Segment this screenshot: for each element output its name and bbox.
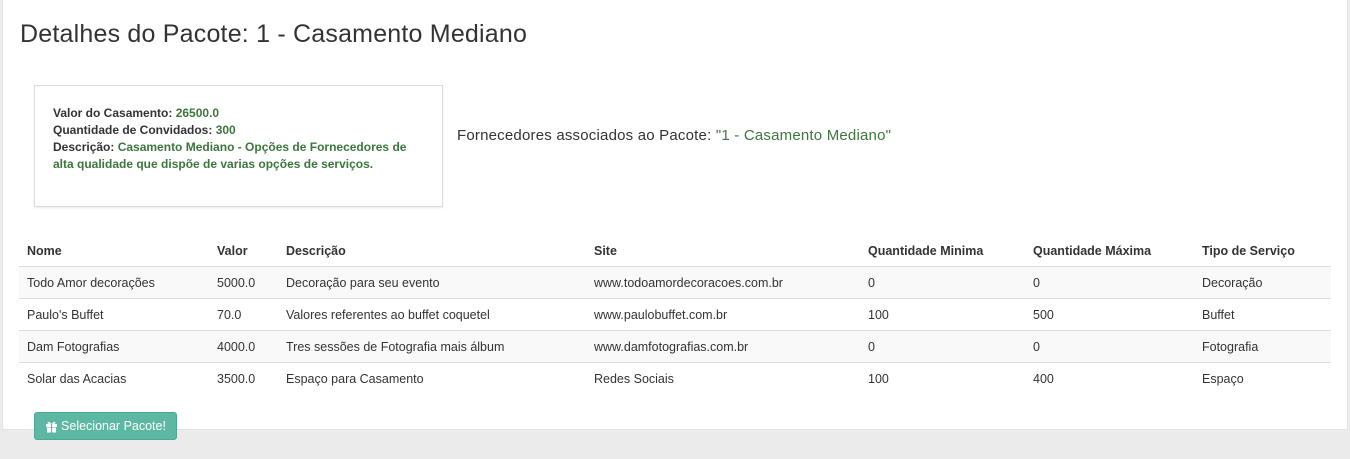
cell-quantidade-minima: 100 bbox=[860, 362, 1025, 394]
cell-tipo-servico: Espaço bbox=[1194, 362, 1331, 394]
cell-nome: Dam Fotografias bbox=[19, 330, 209, 363]
cell-valor: 4000.0 bbox=[209, 330, 278, 363]
gift-icon bbox=[45, 420, 58, 433]
cell-tipo-servico: Decoração bbox=[1194, 266, 1331, 299]
table-row: Dam Fotografias 4000.0 Tres sessões de F… bbox=[19, 330, 1331, 363]
suppliers-heading-label: Fornecedores associados ao Pacote: bbox=[457, 127, 716, 144]
cell-descricao: Valores referentes ao buffet coquetel bbox=[278, 298, 586, 331]
cell-quantidade-minima: 0 bbox=[860, 266, 1025, 299]
package-info-card: Valor do Casamento: 26500.0 Quantidade d… bbox=[34, 85, 443, 207]
package-guests-label: Quantidade de Convidados: bbox=[53, 123, 216, 137]
cell-tipo-servico: Fotografia bbox=[1194, 330, 1331, 363]
cell-nome: Solar das Acacias bbox=[19, 362, 209, 394]
suppliers-heading-package: "1 - Casamento Mediano" bbox=[715, 127, 892, 144]
column-header-quantidade-minima: Quantidade Minima bbox=[860, 235, 1025, 267]
package-description-label: Descrição: bbox=[53, 140, 118, 154]
cell-tipo-servico: Buffet bbox=[1194, 298, 1331, 331]
table-row: Paulo's Buffet 70.0 Valores referentes a… bbox=[19, 298, 1331, 331]
cell-site: www.todoamordecoracoes.com.br bbox=[586, 266, 860, 299]
table-row: Solar das Acacias 3500.0 Espaço para Cas… bbox=[19, 362, 1331, 394]
column-header-valor: Valor bbox=[209, 235, 278, 267]
cell-site: www.damfotografias.com.br bbox=[586, 330, 860, 363]
column-header-descricao: Descrição bbox=[278, 235, 586, 267]
cell-descricao: Tres sessões de Fotografia mais álbum bbox=[278, 330, 586, 363]
cell-valor: 3500.0 bbox=[209, 362, 278, 394]
column-header-tipo-servico: Tipo de Serviço bbox=[1194, 235, 1331, 267]
cell-valor: 5000.0 bbox=[209, 266, 278, 299]
cell-quantidade-maxima: 0 bbox=[1025, 266, 1194, 299]
table-row: Todo Amor decorações 5000.0 Decoração pa… bbox=[19, 266, 1331, 299]
cell-quantidade-maxima: 0 bbox=[1025, 330, 1194, 363]
column-header-nome: Nome bbox=[19, 235, 209, 267]
table-header-row: Nome Valor Descrição Site Quantidade Min… bbox=[19, 235, 1331, 267]
package-details-panel: Detalhes do Pacote: 1 - Casamento Median… bbox=[2, 0, 1348, 440]
package-description-line: Descrição: Casamento Mediano - Opções de… bbox=[53, 139, 424, 173]
cell-nome: Todo Amor decorações bbox=[19, 266, 209, 299]
select-package-button[interactable]: Selecionar Pacote! bbox=[34, 412, 177, 440]
suppliers-heading: Fornecedores associados ao Pacote: "1 - … bbox=[457, 127, 891, 144]
cell-quantidade-minima: 0 bbox=[860, 330, 1025, 363]
cell-site: www.paulobuffet.com.br bbox=[586, 298, 860, 331]
package-guests: 300 bbox=[215, 123, 236, 137]
column-header-quantidade-maxima: Quantidade Máxima bbox=[1025, 235, 1194, 267]
package-value: 26500.0 bbox=[175, 106, 220, 120]
suppliers-table: Nome Valor Descrição Site Quantidade Min… bbox=[19, 235, 1331, 394]
package-value-label: Valor do Casamento: bbox=[53, 106, 176, 120]
package-guests-line: Quantidade de Convidados: 300 bbox=[53, 122, 424, 139]
column-header-site: Site bbox=[586, 235, 860, 267]
select-package-label: Selecionar Pacote! bbox=[61, 419, 166, 433]
cell-nome: Paulo's Buffet bbox=[19, 298, 209, 331]
cell-descricao: Decoração para seu evento bbox=[278, 266, 586, 299]
cell-quantidade-maxima: 500 bbox=[1025, 298, 1194, 331]
cell-quantidade-maxima: 400 bbox=[1025, 362, 1194, 394]
cell-quantidade-minima: 100 bbox=[860, 298, 1025, 331]
cell-valor: 70.0 bbox=[209, 298, 278, 331]
package-value-line: Valor do Casamento: 26500.0 bbox=[53, 105, 424, 122]
cell-site: Redes Sociais bbox=[586, 362, 860, 394]
page-title: Detalhes do Pacote: 1 - Casamento Median… bbox=[20, 20, 528, 48]
cell-descricao: Espaço para Casamento bbox=[278, 362, 586, 394]
